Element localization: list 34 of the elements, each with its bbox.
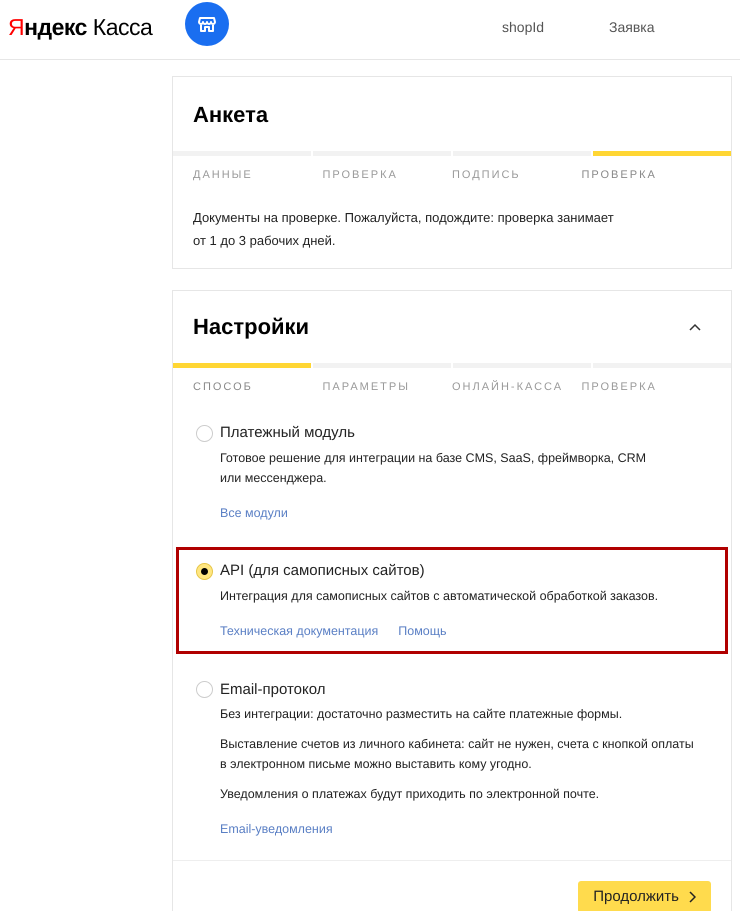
chevron-up-icon [689, 322, 701, 330]
radio-button[interactable] [196, 563, 213, 580]
card-title: Настройки [193, 313, 310, 341]
link[interactable]: Помощь [398, 622, 447, 640]
option-description: Интеграция для самописных сайтов с автоматической обработкой заказов. [220, 588, 660, 605]
step-label: СПОСОБ [193, 380, 253, 392]
nav-link[interactable]: Заявка [609, 17, 654, 38]
step-label: ПРОВЕРКА [582, 169, 657, 181]
option-label: Email-протокол [220, 680, 326, 700]
link[interactable]: Техническая документация [220, 622, 378, 640]
option-description: Уведомления о платежах будут приходить по электронной почте. [220, 786, 600, 803]
link[interactable]: Email-уведомления [220, 820, 333, 839]
option-description: Готовое решение для интеграции на базе CMS, SaaS, фреймворка, CRM или мессенджера. [220, 450, 648, 487]
step-label: ОНЛАЙН-КАССА [452, 380, 564, 392]
link[interactable]: Все модули [220, 504, 288, 522]
radio-button[interactable] [196, 424, 213, 442]
step-label: ПАРАМЕТРЫ [322, 380, 410, 392]
step-label: ДАННЫЕ [193, 169, 253, 181]
radio-button[interactable] [196, 681, 213, 698]
status-message: Документы на проверке. Пожалуйста, подождите: проверка занимает от 1 до 3 рабочих дней. [192, 208, 615, 250]
step-label: ПОДПИСЬ [452, 169, 521, 181]
card-title: Анкета [193, 100, 268, 128]
continue-button[interactable]: Продолжить [578, 880, 711, 911]
step-label: ПРОВЕРКА [322, 169, 398, 181]
option-description: Без интеграции: достаточно разместить на сайте платежные формы. [220, 706, 624, 723]
option-label: Платежный модуль [220, 423, 355, 443]
option-label: API (для самописных сайтов) [220, 561, 425, 582]
chevron-right-icon [689, 890, 696, 903]
nav-link[interactable]: shopId [502, 17, 544, 38]
store-icon [198, 15, 216, 33]
option-description: Выставление счетов из личного кабинета: сайт не нужен, счета с кнопкой оплаты в электронном письме можно выставить кому угодно. [220, 736, 695, 773]
step-label: ПРОВЕРКА [582, 380, 657, 392]
logo[interactable]: Яндекс Касса [8, 10, 152, 44]
store-avatar[interactable] [185, 2, 229, 46]
